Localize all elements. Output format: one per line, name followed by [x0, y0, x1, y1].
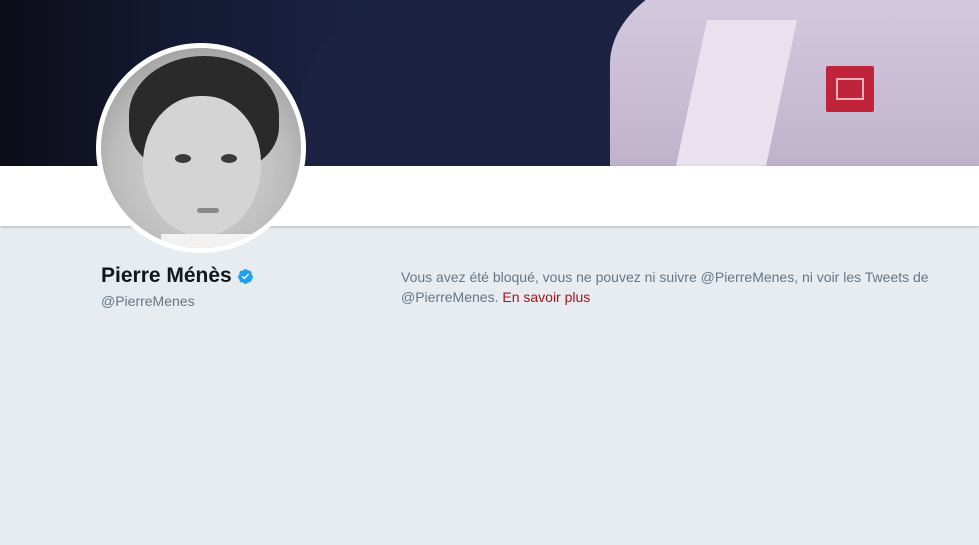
profile-name-block: Pierre Ménès @PierreMenes: [101, 263, 254, 309]
blocked-notice-text: Vous avez été bloqué, vous ne pouvez ni …: [401, 269, 929, 305]
banner-logo-badge: [826, 66, 874, 112]
profile-handle[interactable]: @PierreMenes: [101, 293, 254, 309]
avatar-eye-right: [221, 154, 237, 163]
avatar-face: [143, 96, 261, 236]
blocked-notice: Vous avez été bloqué, vous ne pouvez ni …: [401, 267, 941, 307]
profile-display-name[interactable]: Pierre Ménès: [101, 263, 232, 289]
profile-page: Pierre Ménès @PierreMenes Vous avez été …: [0, 0, 979, 545]
avatar-photo: [101, 48, 301, 248]
avatar-collar: [161, 234, 251, 248]
avatar-mouth: [197, 208, 219, 213]
verified-badge-icon: [237, 268, 253, 284]
avatar-eye-left: [175, 154, 191, 163]
profile-avatar[interactable]: [96, 43, 306, 253]
name-row: Pierre Ménès: [101, 263, 254, 289]
learn-more-link[interactable]: En savoir plus: [502, 289, 590, 305]
